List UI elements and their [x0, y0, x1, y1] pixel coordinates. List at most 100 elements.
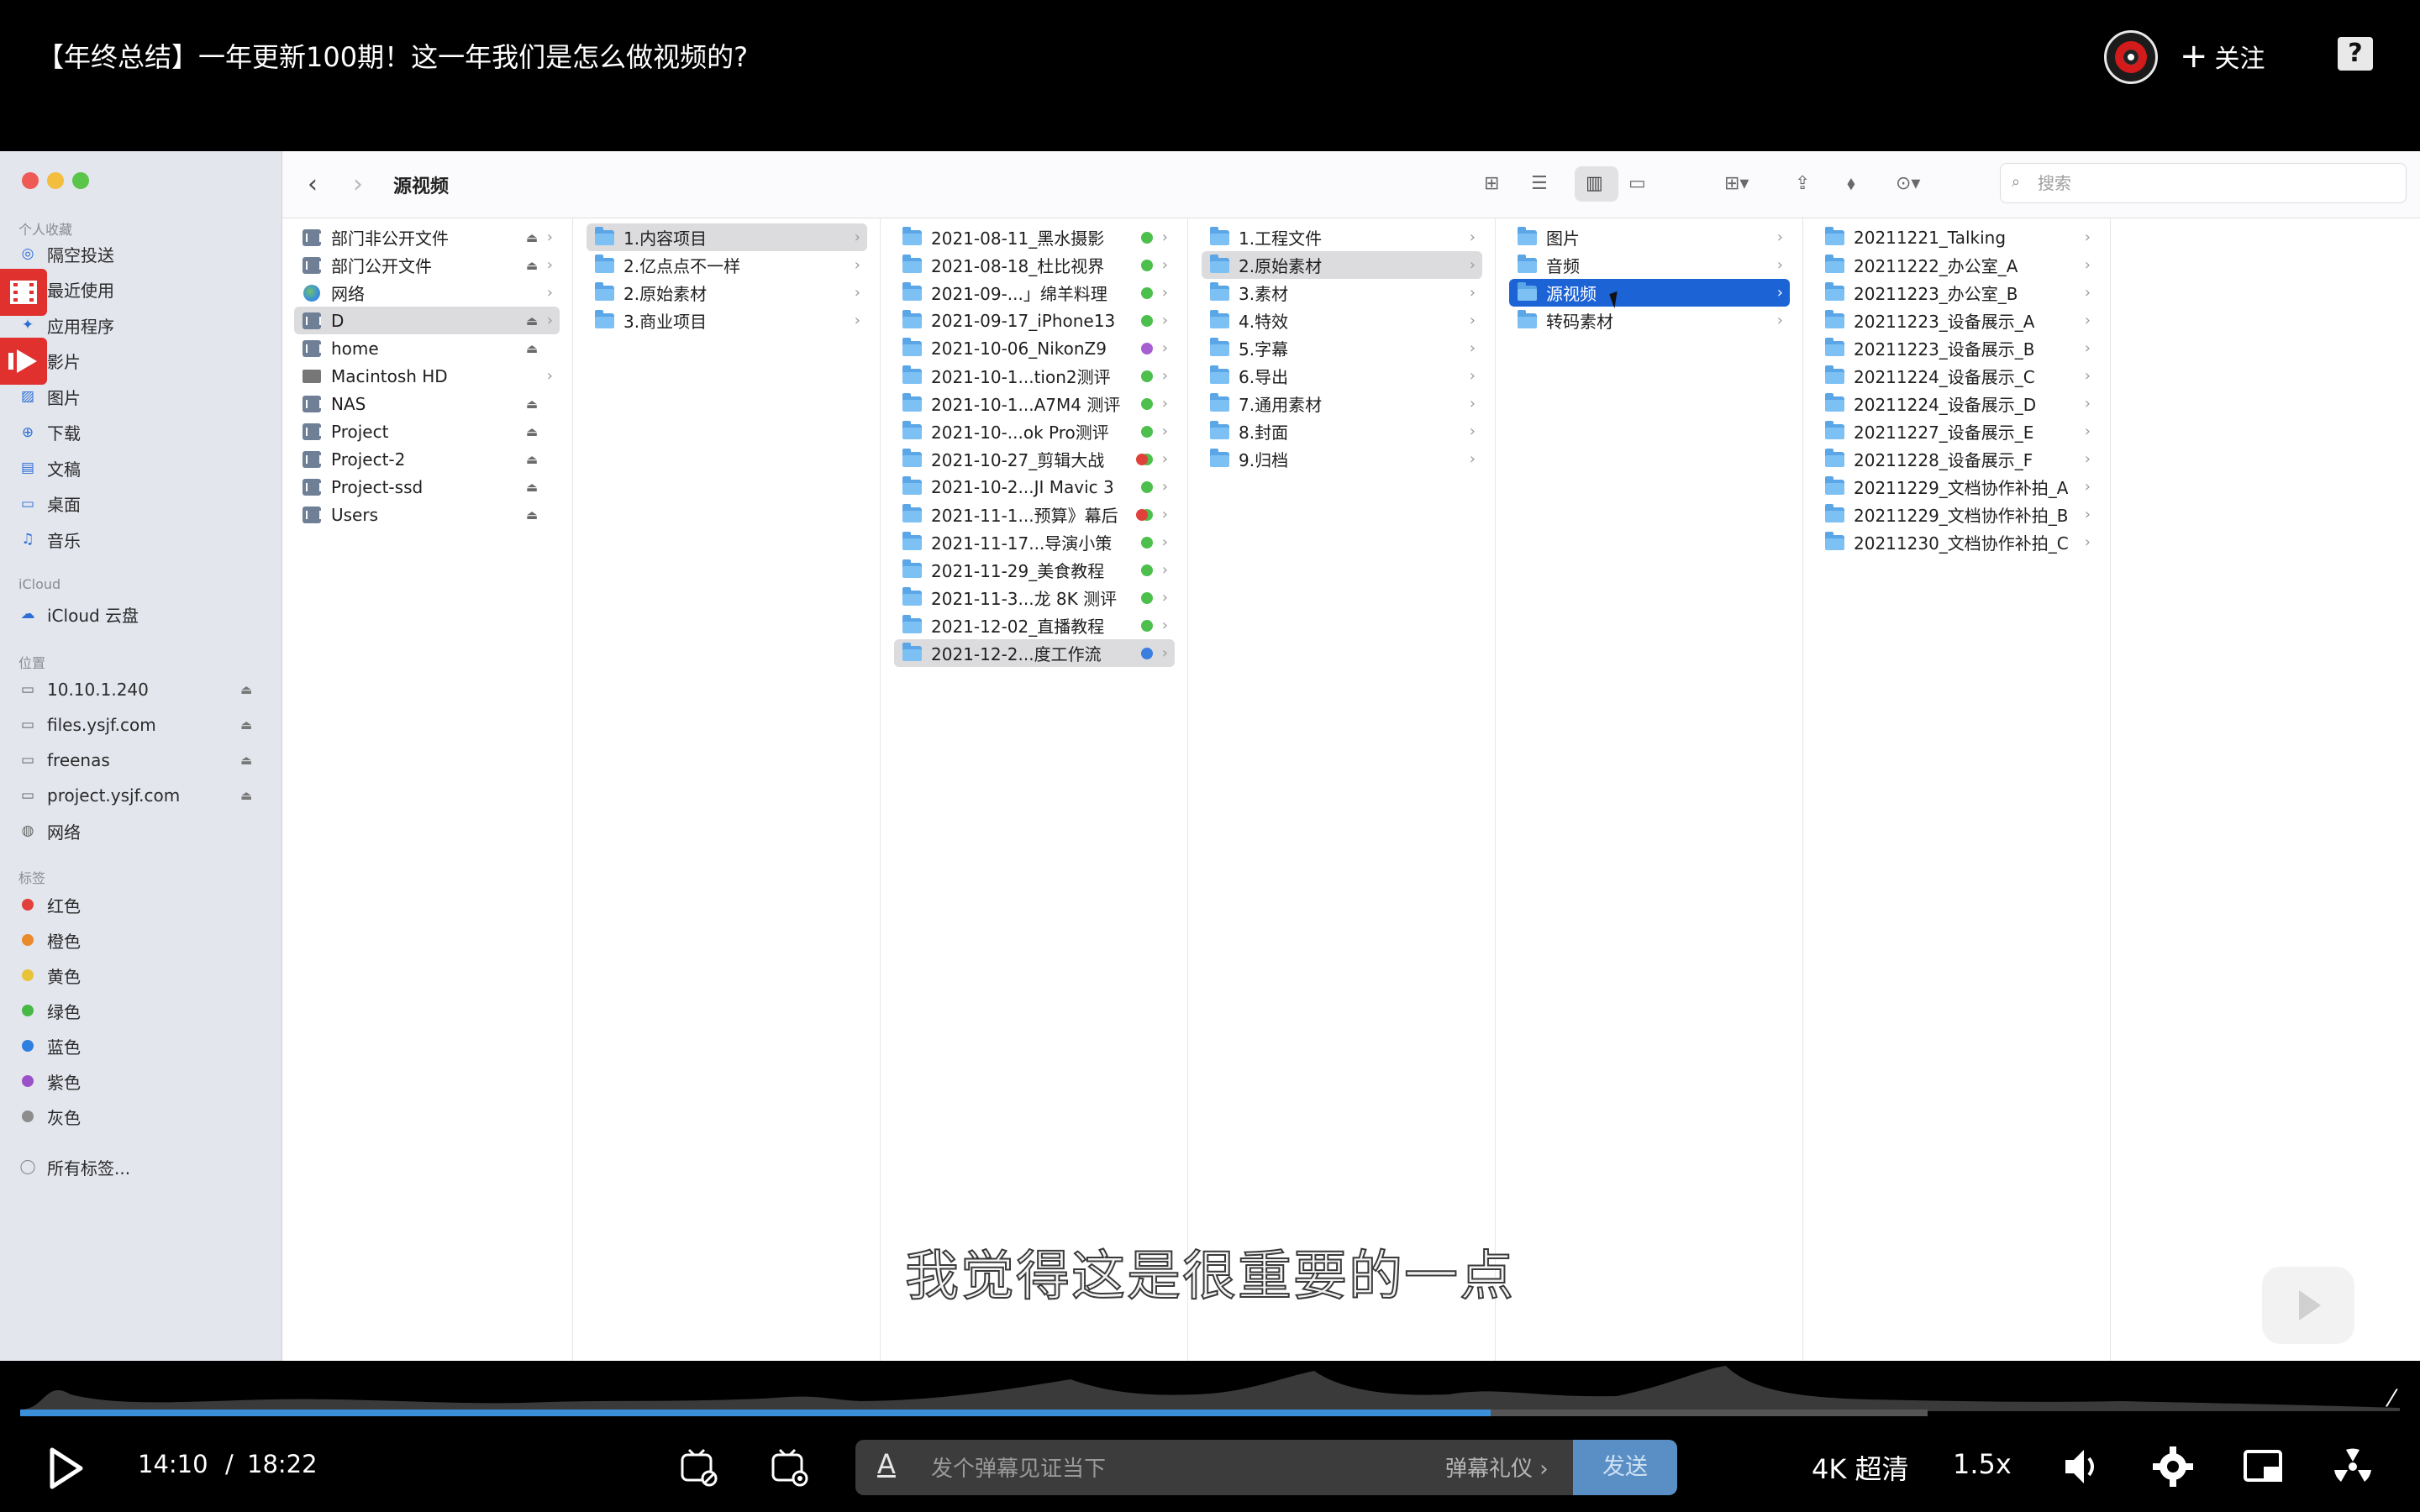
danmaku-style-icon[interactable]: A: [877, 1448, 896, 1480]
finder-row[interactable]: 20211223_设备展示_B ›: [1817, 334, 2097, 362]
bilibili-tv-icon[interactable]: [2262, 1267, 2354, 1344]
finder-row[interactable]: 20211229_文档协作补拍_B ›: [1817, 501, 2097, 528]
finder-row[interactable]: 20211227_设备展示_E ›: [1817, 417, 2097, 445]
finder-row[interactable]: 源视频 ›: [1509, 279, 1790, 307]
finder-row[interactable]: 20211221_Talking ›: [1817, 223, 2097, 251]
quality-selector[interactable]: 4K 超清: [1812, 1448, 1909, 1487]
sidebar-item-tag[interactable]: 灰色: [18, 1102, 81, 1131]
eject-icon[interactable]: ⏏: [240, 788, 252, 803]
finder-row[interactable]: 1.工程文件 ›: [1202, 223, 1482, 251]
finder-row[interactable]: 2021-10-1...A7M4 测评 ›: [894, 390, 1175, 417]
eject-icon[interactable]: ⏏: [526, 452, 538, 467]
danmaku-settings-icon[interactable]: [768, 1446, 810, 1488]
forward-icon[interactable]: ›: [353, 170, 363, 199]
share-icon[interactable]: ⇪: [1795, 173, 1810, 194]
finder-row[interactable]: 2021-10-27_剪辑大战 ›: [894, 445, 1175, 473]
zoom-window-icon[interactable]: [72, 172, 89, 189]
finder-row[interactable]: 2021-12-02_直播教程 ›: [894, 612, 1175, 639]
follow-button[interactable]: + 关注: [2180, 37, 2265, 76]
finder-row[interactable]: 20211229_文档协作补拍_A ›: [1817, 473, 2097, 501]
finder-row[interactable]: 8.封面 ›: [1202, 417, 1482, 445]
finder-row[interactable]: 2021-09-...」绵羊料理 ›: [894, 279, 1175, 307]
finder-row[interactable]: 20211230_文档协作补拍_C ›: [1817, 528, 2097, 556]
video-frame[interactable]: 个人收藏 ◎隔空投送◷最近使用✦应用程序▣影片▨图片⊕下载▤文稿▭桌面♫音乐 i…: [0, 151, 2420, 1361]
finder-row[interactable]: Project ⏏: [294, 417, 560, 445]
finder-row[interactable]: 20211223_办公室_B ›: [1817, 279, 2097, 307]
sidebar-item-favorite[interactable]: ♫ 音乐: [18, 525, 81, 554]
eject-icon[interactable]: ⏏: [526, 480, 538, 495]
uploader-avatar[interactable]: [2104, 30, 2158, 84]
pip-icon[interactable]: [2242, 1445, 2286, 1488]
finder-row[interactable]: 2021-10-...ok Pro测评 ›: [894, 417, 1175, 445]
finder-row[interactable]: 3.素材 ›: [1202, 279, 1482, 307]
eject-icon[interactable]: ⏏: [526, 313, 538, 328]
finder-row[interactable]: 6.导出 ›: [1202, 362, 1482, 390]
finder-row[interactable]: home ⏏: [294, 334, 560, 362]
sidebar-item-favorite[interactable]: ▭ 桌面: [18, 490, 81, 518]
close-window-icon[interactable]: [22, 172, 39, 189]
finder-row[interactable]: Project-ssd ⏏: [294, 473, 560, 501]
list-view-icon[interactable]: ☰: [1531, 173, 1548, 194]
gallery-view-icon[interactable]: ▭: [1628, 173, 1646, 194]
finder-row[interactable]: Macintosh HD ›: [294, 362, 560, 390]
eject-icon[interactable]: ⏏: [240, 753, 252, 768]
eject-icon[interactable]: ⏏: [526, 424, 538, 439]
finder-row[interactable]: 4.特效 ›: [1202, 307, 1482, 334]
sidebar-item-favorite[interactable]: ⊕ 下载: [18, 418, 81, 447]
help-icon[interactable]: ?: [2338, 37, 2373, 71]
finder-row[interactable]: 转码素材 ›: [1509, 307, 1790, 334]
finder-row[interactable]: 2021-11-17...导演小策 ›: [894, 528, 1175, 556]
sidebar-item-tag[interactable]: 蓝色: [18, 1032, 81, 1060]
finder-row[interactable]: 20211222_办公室_A ›: [1817, 251, 2097, 279]
finder-row[interactable]: 2.原始素材 ›: [1202, 251, 1482, 279]
finder-row[interactable]: 音频 ›: [1509, 251, 1790, 279]
finder-row[interactable]: 2021-10-06_NikonZ9 ›: [894, 334, 1175, 362]
finder-row[interactable]: 部门非公开文件 › ⏏: [294, 223, 560, 251]
finder-row[interactable]: 2021-10-2...JI Mavic 3 ›: [894, 473, 1175, 501]
danmaku-send-button[interactable]: 发送: [1573, 1440, 1677, 1495]
eject-icon[interactable]: ⏏: [526, 507, 538, 522]
finder-row[interactable]: 部门公开文件 › ⏏: [294, 251, 560, 279]
finder-row[interactable]: 1.内容项目 ›: [587, 223, 867, 251]
play-icon[interactable]: [47, 1446, 84, 1490]
danmaku-toggle-icon[interactable]: [677, 1446, 719, 1488]
sidebar-item-location[interactable]: ◍ 网络: [18, 816, 81, 845]
finder-row[interactable]: 9.归档 ›: [1202, 445, 1482, 473]
finder-row[interactable]: 2021-08-18_杜比视界 ›: [894, 251, 1175, 279]
finder-row[interactable]: 5.字幕 ›: [1202, 334, 1482, 362]
sidebar-item-location[interactable]: ▭ freenas: [18, 746, 110, 774]
group-icon[interactable]: ⊞▾: [1724, 173, 1749, 194]
eject-icon[interactable]: ⏏: [526, 258, 538, 273]
icon-view-icon[interactable]: ⊞: [1484, 173, 1499, 194]
finder-row[interactable]: NAS ⏏: [294, 390, 560, 417]
sidebar-item-favorite[interactable]: ▤ 文稿: [18, 454, 81, 482]
finder-row[interactable]: D › ⏏: [294, 307, 560, 334]
settings-icon[interactable]: [2151, 1445, 2195, 1488]
finder-row[interactable]: 2.亿点点不一样 ›: [587, 251, 867, 279]
finder-row[interactable]: 2021-10-1...tion2测评 ›: [894, 362, 1175, 390]
finder-row[interactable]: 网络 ›: [294, 279, 560, 307]
volume-icon[interactable]: [2060, 1445, 2104, 1488]
finder-row[interactable]: 2021-12-2...度工作流 ›: [894, 639, 1175, 667]
sidebar-item-tag[interactable]: 黄色: [18, 961, 81, 990]
finder-row[interactable]: 2021-11-29_美食教程 ›: [894, 556, 1175, 584]
finder-row[interactable]: Users ⏏: [294, 501, 560, 528]
finder-row[interactable]: 2021-09-17_iPhone13 ›: [894, 307, 1175, 334]
tag-icon[interactable]: ⬧: [1847, 173, 1855, 194]
sidebar-item-tag[interactable]: 紫色: [18, 1067, 81, 1095]
finder-row[interactable]: 20211228_设备展示_F ›: [1817, 445, 2097, 473]
finder-row[interactable]: 2021-11-3...龙 8K 测评 ›: [894, 584, 1175, 612]
column-view-button[interactable]: ▥: [1575, 166, 1618, 202]
sidebar-item-tag[interactable]: 橙色: [18, 926, 81, 954]
sidebar-item-favorite[interactable]: ◎ 隔空投送: [18, 239, 114, 268]
minimize-window-icon[interactable]: [47, 172, 64, 189]
finder-row[interactable]: Project-2 ⏏: [294, 445, 560, 473]
finder-row[interactable]: 2.原始素材 ›: [587, 279, 867, 307]
finder-row[interactable]: 图片 ›: [1509, 223, 1790, 251]
more-actions-icon[interactable]: ⊙▾: [1896, 173, 1920, 194]
finder-row[interactable]: 2021-08-11_黑水摄影 ›: [894, 223, 1175, 251]
finder-row[interactable]: 2021-11-1...预算》幕后 ›: [894, 501, 1175, 528]
eject-icon[interactable]: ⏏: [240, 717, 252, 732]
sidebar-item-location[interactable]: ▭ files.ysjf.com: [18, 711, 156, 739]
back-icon[interactable]: ‹: [308, 170, 318, 199]
